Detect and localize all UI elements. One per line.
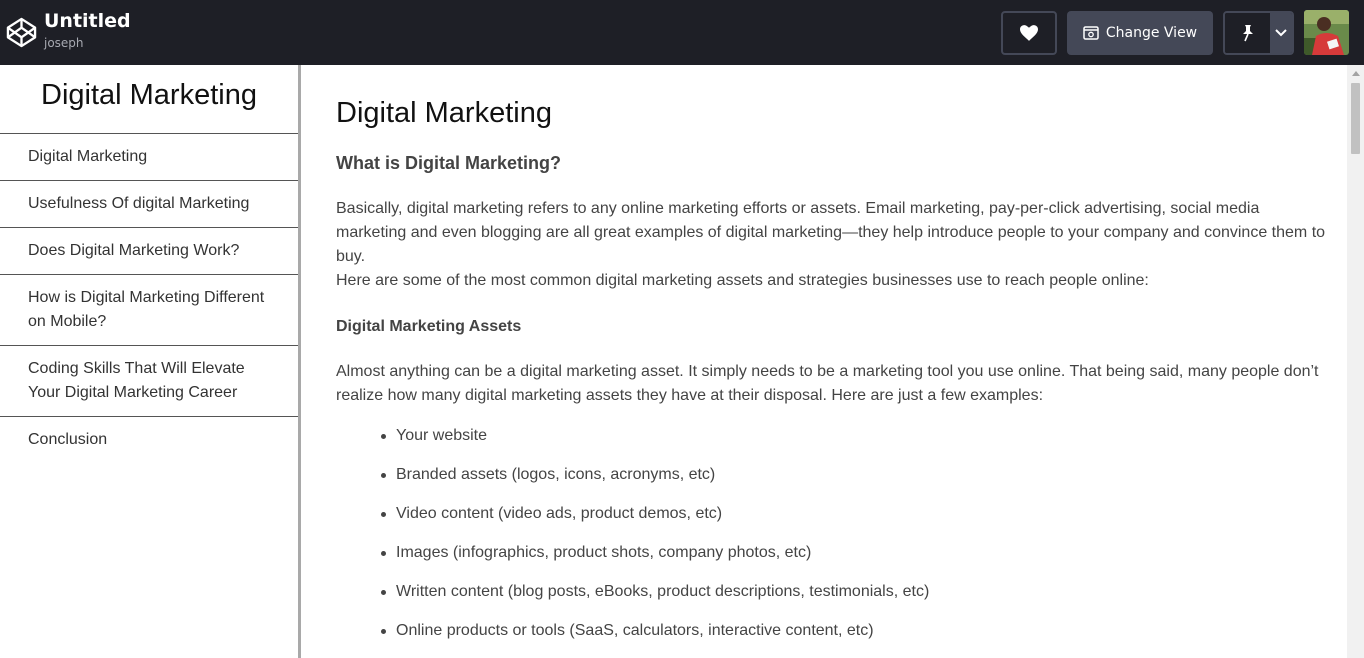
- assets-paragraph: Almost anything can be a digital marketi…: [336, 363, 1319, 404]
- intro-paragraph: Basically, digital marketing refers to a…: [336, 200, 1326, 265]
- main-content: Digital Marketing What is Digital Market…: [301, 65, 1347, 658]
- like-button[interactable]: [1001, 11, 1057, 55]
- list-item: Written content (blog posts, eBooks, pro…: [381, 580, 1331, 619]
- pen-title[interactable]: Untitled: [44, 9, 131, 33]
- pin-icon: [1242, 25, 1253, 42]
- assets-heading: Digital Marketing Assets: [336, 318, 522, 335]
- assets-list: Your website Branded assets (logos, icon…: [336, 424, 1331, 658]
- heart-icon: [1020, 25, 1038, 41]
- change-view-icon: [1083, 26, 1099, 40]
- section-heading: What is Digital Marketing?: [336, 153, 562, 173]
- pin-button-group: [1223, 11, 1294, 55]
- sidebar-item-mobile[interactable]: How is Digital Marketing Different on Mo…: [0, 275, 298, 346]
- sidebar-item-conclusion[interactable]: Conclusion: [0, 417, 298, 463]
- sidebar-item-usefulness[interactable]: Usefulness Of digital Marketing: [0, 181, 298, 228]
- pin-button[interactable]: [1225, 13, 1271, 53]
- change-view-label: Change View: [1105, 25, 1198, 41]
- pin-dropdown-button[interactable]: [1270, 13, 1292, 53]
- sidebar-nav: Digital Marketing Digital Marketing Usef…: [0, 65, 298, 658]
- change-view-button[interactable]: Change View: [1067, 11, 1213, 55]
- scroll-up-arrow-icon[interactable]: [1347, 65, 1364, 82]
- chevron-down-icon: [1275, 29, 1287, 37]
- list-item: Images (infographics, product shots, com…: [381, 541, 1331, 580]
- list-item: Branded assets (logos, icons, acronyms, …: [381, 463, 1331, 502]
- codepen-logo-icon[interactable]: [6, 17, 37, 48]
- page-title: Digital Marketing: [336, 97, 552, 129]
- sidebar-item-does-it-work[interactable]: Does Digital Marketing Work?: [0, 228, 298, 275]
- sidebar-title: Digital Marketing: [0, 65, 298, 134]
- user-avatar[interactable]: [1304, 10, 1349, 55]
- avatar-image: [1304, 10, 1349, 55]
- pen-author[interactable]: joseph: [44, 35, 131, 51]
- list-item: Your website: [381, 424, 1331, 463]
- list-item: Video content (video ads, product demos,…: [381, 502, 1331, 541]
- vertical-scrollbar[interactable]: [1347, 65, 1364, 658]
- top-bar: Untitled joseph Change View: [0, 0, 1364, 65]
- sidebar-item-digital-marketing[interactable]: Digital Marketing: [0, 134, 298, 181]
- list-item: Online products or tools (SaaS, calculat…: [381, 619, 1331, 658]
- sidebar-item-coding-skills[interactable]: Coding Skills That Will Elevate Your Dig…: [0, 346, 298, 417]
- pen-title-block: Untitled joseph: [44, 9, 131, 51]
- intro-paragraph-2: Here are some of the most common digital…: [336, 272, 1149, 289]
- scrollbar-thumb[interactable]: [1351, 83, 1360, 154]
